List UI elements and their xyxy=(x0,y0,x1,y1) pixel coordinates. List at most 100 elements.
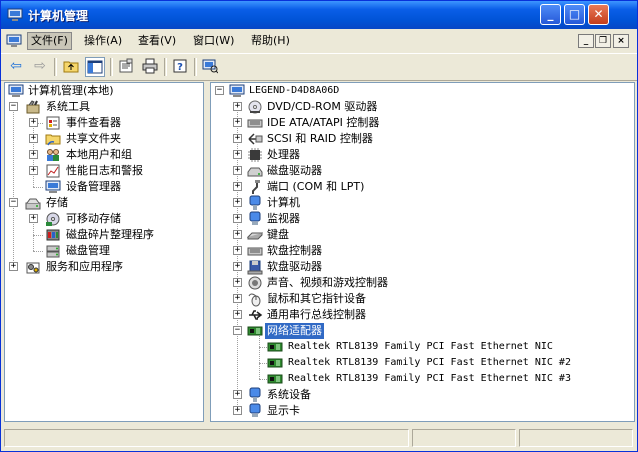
tree-item-label: 性能日志和警报 xyxy=(66,164,143,177)
device-category-label: 处理器 xyxy=(267,148,300,161)
expand-toggle[interactable]: + xyxy=(29,214,38,223)
disk-drive-icon xyxy=(247,167,263,177)
collapse-toggle[interactable]: − xyxy=(9,198,18,207)
device-category-label: 键盘 xyxy=(267,228,289,241)
expand-toggle[interactable]: + xyxy=(233,150,242,159)
device-category-label: SCSI 和 RAID 控制器 xyxy=(267,132,373,145)
help-button[interactable]: ? xyxy=(170,57,190,77)
computer-management-app-icon xyxy=(7,8,23,21)
expand-toggle[interactable]: + xyxy=(233,198,242,207)
expand-toggle[interactable]: + xyxy=(29,118,38,127)
toolbar-separator xyxy=(164,58,167,76)
minimize-button[interactable]: _ xyxy=(540,4,561,25)
help-icon: ? xyxy=(173,59,187,73)
close-button[interactable]: ✕ xyxy=(588,4,609,25)
collapse-toggle[interactable]: − xyxy=(215,86,224,95)
device-category-label: 通用串行总线控制器 xyxy=(267,308,366,321)
menu-window[interactable]: 窗口(W) xyxy=(190,33,237,49)
show-hide-console-tree-button[interactable] xyxy=(85,57,105,77)
device-category-label: 端口 (COM 和 LPT) xyxy=(267,180,365,193)
toolbar-separator xyxy=(54,58,57,76)
back-button[interactable]: ⇦ xyxy=(6,57,26,77)
mdi-restore-button[interactable]: ❐ xyxy=(595,34,611,48)
print-button[interactable] xyxy=(140,57,160,77)
device-category-label: 声音、视频和游戏控制器 xyxy=(267,276,388,289)
expand-toggle[interactable]: + xyxy=(233,214,242,223)
forward-button[interactable]: ⇨ xyxy=(30,57,50,77)
performance-logs-icon xyxy=(46,164,60,178)
expand-toggle[interactable]: + xyxy=(233,246,242,255)
expand-toggle[interactable]: + xyxy=(233,182,242,191)
expand-toggle[interactable]: + xyxy=(233,118,242,127)
computer-icon xyxy=(249,195,261,210)
tree-connector xyxy=(259,379,267,380)
menu-bar: 文件(F) 操作(A) 查看(V) 窗口(W) 帮助(H) _ ❐ × xyxy=(1,29,637,54)
mdi-document-icon[interactable] xyxy=(6,33,22,49)
toolbar: ⇦ ⇨ ? xyxy=(1,54,637,81)
floppy-drive-icon xyxy=(247,260,263,275)
device-category-label: 磁盘驱动器 xyxy=(267,164,322,177)
toolbar-separator xyxy=(110,58,113,76)
device-label: Realtek RTL8139 Family PCI Fast Ethernet… xyxy=(288,357,571,368)
properties-button[interactable] xyxy=(116,57,136,77)
device-tree-pane[interactable]: − LEGEND-D4D8A06D + DVD/CD-ROM 驱动器 + IDE… xyxy=(210,82,635,422)
shared-folder-icon xyxy=(45,134,61,146)
system-devices-icon xyxy=(249,387,261,402)
expand-toggle[interactable]: + xyxy=(29,166,38,175)
title-bar[interactable]: 计算机管理 _ □ ✕ xyxy=(1,1,637,29)
folder-up-icon xyxy=(63,61,79,73)
expand-toggle[interactable]: + xyxy=(233,310,242,319)
tree-connector xyxy=(33,235,43,236)
expand-toggle[interactable]: + xyxy=(233,294,242,303)
expand-toggle[interactable]: + xyxy=(233,166,242,175)
console-tree-icon xyxy=(87,60,103,74)
mdi-minimize-button[interactable]: _ xyxy=(578,34,594,48)
expand-toggle[interactable]: + xyxy=(233,230,242,239)
menu-action[interactable]: 操作(A) xyxy=(81,33,125,49)
port-icon xyxy=(252,180,260,194)
expand-toggle[interactable]: + xyxy=(233,406,242,415)
computer-name: LEGEND-D4D8A06D xyxy=(249,85,340,96)
tree-item-label: 计算机管理(本地) xyxy=(28,84,114,97)
expand-toggle[interactable]: + xyxy=(9,262,18,271)
printer-icon xyxy=(142,58,158,74)
expand-toggle[interactable]: + xyxy=(29,150,38,159)
menu-help[interactable]: 帮助(H) xyxy=(248,33,293,49)
up-one-level-button[interactable] xyxy=(61,57,81,77)
expand-toggle[interactable]: + xyxy=(233,102,242,111)
expand-toggle[interactable]: + xyxy=(29,134,38,143)
mdi-close-button[interactable]: × xyxy=(613,34,629,48)
expand-toggle[interactable]: + xyxy=(233,262,242,271)
device-category-label: 系统设备 xyxy=(267,388,311,401)
tree-connector xyxy=(259,333,260,379)
users-icon xyxy=(47,149,59,161)
computer-icon xyxy=(229,84,245,97)
services-applications-icon xyxy=(26,262,40,274)
device-label: Realtek RTL8139 Family PCI Fast Ethernet… xyxy=(288,373,571,384)
menu-file[interactable]: 文件(F) xyxy=(27,32,72,50)
mouse-icon xyxy=(248,293,261,307)
device-category-label-selected: 网络适配器 xyxy=(265,323,324,339)
window-title: 计算机管理 xyxy=(28,9,89,23)
toolbar-separator xyxy=(194,58,197,76)
console-tree-pane[interactable]: 计算机管理(本地) − 系统工具 + 事件查看器 + 共享文件夹 + 本地用户和… xyxy=(4,82,204,422)
tree-item-label: 共享文件夹 xyxy=(66,132,121,145)
svg-text:?: ? xyxy=(177,62,183,73)
menu-view[interactable]: 查看(V) xyxy=(135,33,179,49)
device-category-label: 显示卡 xyxy=(267,404,300,417)
expand-toggle[interactable]: + xyxy=(233,390,242,399)
tree-item-label: 设备管理器 xyxy=(66,180,121,193)
processor-icon xyxy=(248,148,262,162)
expand-toggle[interactable]: + xyxy=(233,134,242,143)
tree-item-label: 服务和应用程序 xyxy=(46,260,123,273)
usb-icon xyxy=(249,310,263,320)
computer-management-icon xyxy=(8,84,24,97)
scan-hardware-icon xyxy=(202,59,219,74)
event-viewer-icon xyxy=(46,116,60,130)
collapse-toggle[interactable]: − xyxy=(9,102,18,111)
maximize-button[interactable]: □ xyxy=(564,4,585,25)
collapse-toggle[interactable]: − xyxy=(233,326,242,335)
expand-toggle[interactable]: + xyxy=(233,278,242,287)
device-category-label: 鼠标和其它指针设备 xyxy=(267,292,366,305)
scan-hardware-changes-button[interactable] xyxy=(200,57,220,77)
